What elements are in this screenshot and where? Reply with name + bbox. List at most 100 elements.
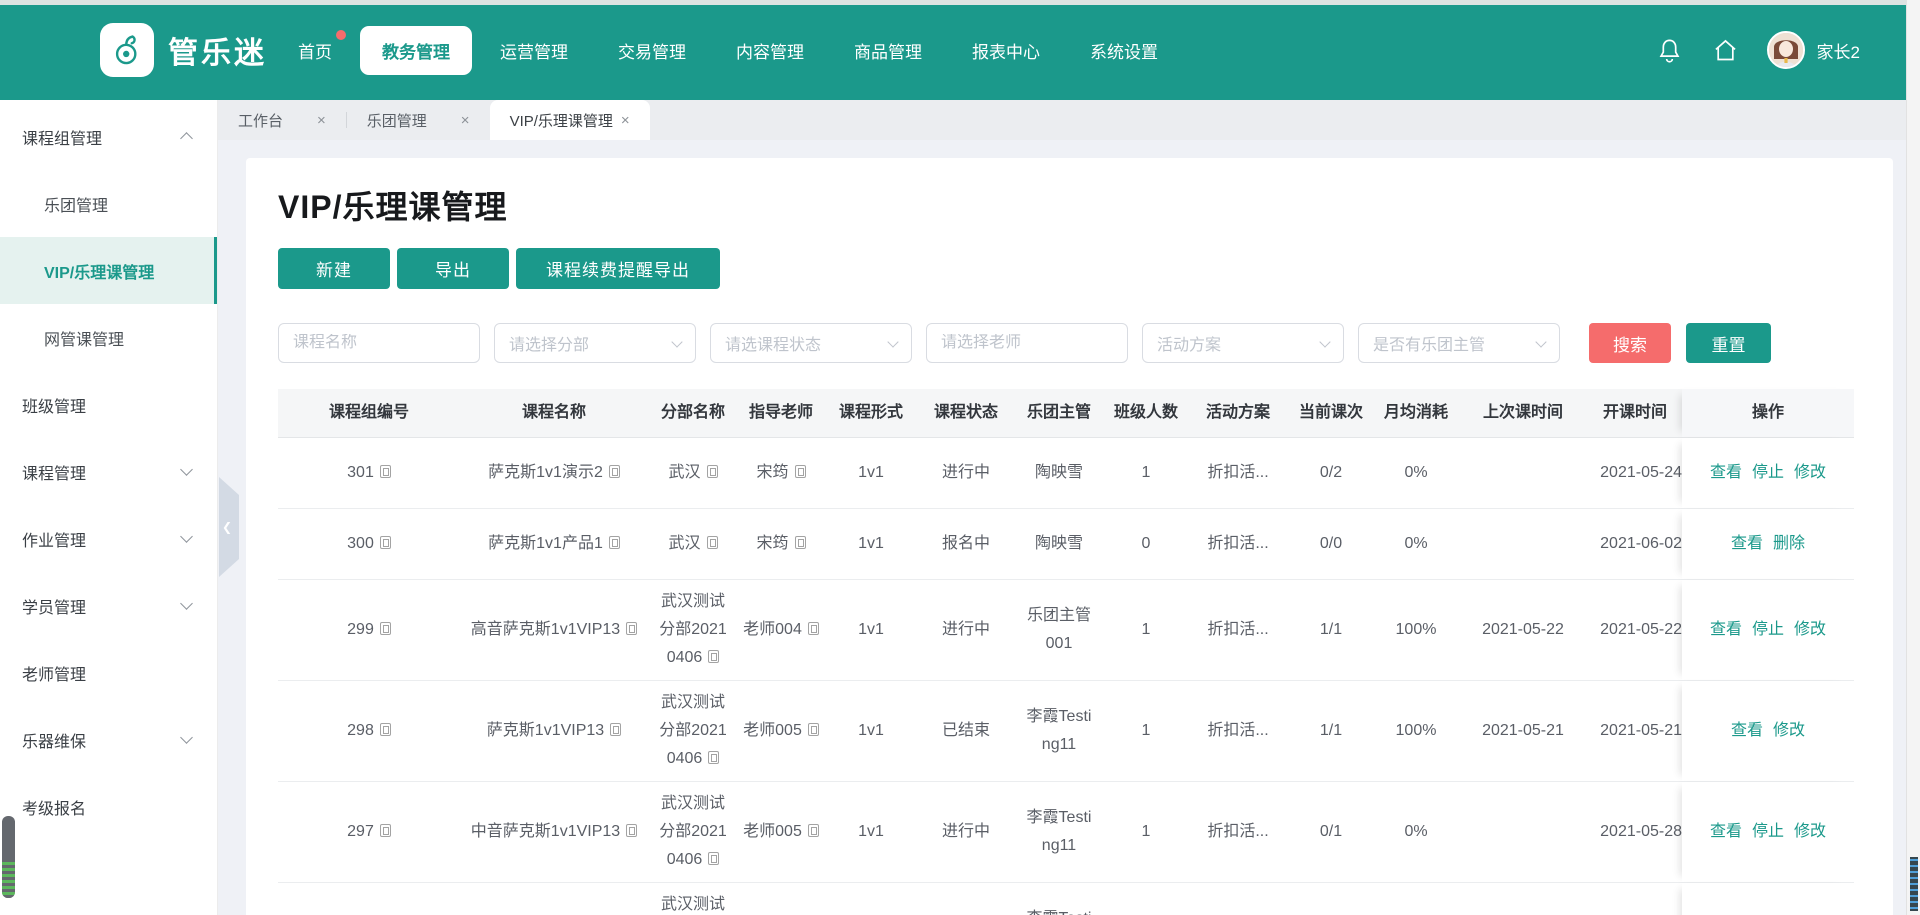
table-header-cell: 指导老师: [738, 389, 824, 437]
nav-item-5[interactable]: 内容管理: [714, 26, 826, 75]
copy-icon[interactable]: [707, 536, 718, 549]
teacher-select-control[interactable]: [941, 334, 1113, 352]
copy-icon[interactable]: [380, 622, 391, 635]
activity-plan-select[interactable]: 活动方案: [1142, 323, 1344, 363]
nav-item-7[interactable]: 报表中心: [950, 26, 1062, 75]
search-button[interactable]: 搜索: [1589, 323, 1671, 363]
tab-close-icon[interactable]: ×: [461, 113, 470, 128]
cell-monthly: 100%: [1374, 580, 1458, 680]
home-icon[interactable]: [1711, 35, 1741, 65]
tab-2[interactable]: 乐团管理×: [347, 100, 490, 140]
action-link[interactable]: 查看: [1731, 530, 1763, 558]
nav-item-4[interactable]: 交易管理: [596, 26, 708, 75]
copy-icon[interactable]: [609, 536, 620, 549]
action-link[interactable]: 查看: [1710, 818, 1742, 846]
sidebar-item-10[interactable]: 乐器维保: [0, 706, 217, 773]
sidebar-item-1[interactable]: 课程组管理: [0, 103, 217, 170]
sidebar-scrollbar-thumb[interactable]: [2, 816, 15, 898]
nav-item-1[interactable]: 首页: [276, 26, 354, 75]
tab-close-icon[interactable]: ×: [621, 113, 630, 128]
sidebar-item-4[interactable]: 网管课管理: [0, 304, 217, 371]
toolbar-action-button-1[interactable]: 新建: [278, 248, 390, 289]
tab-close-icon[interactable]: ×: [317, 113, 326, 128]
copy-icon[interactable]: [626, 622, 637, 635]
copy-icon[interactable]: [808, 723, 819, 736]
window-scrollbar-track[interactable]: [1906, 0, 1920, 915]
cell-branch: 武汉测试 分部2021 0406: [648, 883, 738, 915]
copy-icon[interactable]: [380, 723, 391, 736]
copy-icon[interactable]: [808, 824, 819, 837]
copy-icon[interactable]: [380, 536, 391, 549]
action-link[interactable]: 停止: [1752, 459, 1784, 487]
cell-content: 武汉: [668, 459, 717, 487]
nav-item-8[interactable]: 系统设置: [1068, 26, 1180, 75]
action-link[interactable]: 查看: [1731, 717, 1763, 745]
cell-monthly: 100%: [1374, 681, 1458, 781]
copy-icon[interactable]: [795, 536, 806, 549]
course-name-input[interactable]: [278, 323, 480, 363]
action-link[interactable]: 查看: [1710, 616, 1742, 644]
copy-icon[interactable]: [380, 824, 391, 837]
sidebar-collapse-handle[interactable]: ❮: [219, 477, 239, 577]
toolbar-action-button-3[interactable]: 课程续费提醒导出: [516, 248, 720, 289]
action-link[interactable]: 删除: [1773, 530, 1805, 558]
window-scrollbar-thumb[interactable]: [1908, 853, 1920, 915]
cell-content: 2021-05-21: [1600, 717, 1682, 745]
copy-icon[interactable]: [610, 723, 621, 736]
cell-content: 1/1: [1320, 616, 1342, 644]
user-avatar[interactable]: [1767, 31, 1805, 69]
sidebar-item-6[interactable]: 课程管理: [0, 438, 217, 505]
copy-icon[interactable]: [708, 751, 719, 764]
nav-item-6[interactable]: 商品管理: [832, 26, 944, 75]
copy-icon[interactable]: [380, 465, 391, 478]
copy-icon[interactable]: [626, 824, 637, 837]
tab-1[interactable]: 工作台×: [218, 100, 346, 140]
cell-content: 折扣活...: [1207, 530, 1268, 558]
table-row: 武汉测试 分部2021 0406李霞Testi ng11: [278, 883, 1854, 915]
nav-item-2[interactable]: 教务管理: [360, 26, 472, 75]
reset-button[interactable]: 重置: [1686, 323, 1771, 363]
nav-item-3[interactable]: 运营管理: [478, 26, 590, 75]
nav-item-label: 首页: [298, 43, 332, 62]
copy-icon[interactable]: [808, 622, 819, 635]
cell-start_time: 2021-05-22: [1588, 580, 1682, 680]
nav-item-label: 内容管理: [736, 43, 804, 62]
action-link[interactable]: 停止: [1752, 818, 1784, 846]
sidebar-item-3[interactable]: VIP/乐理课管理: [0, 237, 217, 304]
tab-3[interactable]: VIP/乐理课管理×: [490, 100, 650, 140]
action-link[interactable]: 修改: [1794, 818, 1826, 846]
copy-icon[interactable]: [708, 852, 719, 865]
username[interactable]: 家长2: [1817, 38, 1860, 63]
sidebar-item-11[interactable]: 考级报名: [0, 773, 217, 840]
column-label: 活动方案: [1206, 399, 1270, 427]
action-link[interactable]: 停止: [1752, 616, 1784, 644]
action-link[interactable]: 修改: [1794, 616, 1826, 644]
sidebar-item-7[interactable]: 作业管理: [0, 505, 217, 572]
course-status-select[interactable]: 请选课程状态: [710, 323, 912, 363]
copy-icon[interactable]: [708, 650, 719, 663]
toolbar-action-button-2[interactable]: 导出: [397, 248, 509, 289]
copy-icon[interactable]: [707, 465, 718, 478]
sidebar-item-5[interactable]: 班级管理: [0, 371, 217, 438]
cell-actions: 查看停止修改: [1682, 782, 1854, 882]
cell-content: 李霞Testi ng11: [1027, 703, 1092, 759]
sidebar-item-9[interactable]: 老师管理: [0, 639, 217, 706]
sidebar-item-2[interactable]: 乐团管理: [0, 170, 217, 237]
teacher-select[interactable]: [926, 323, 1128, 363]
cell-value: 1: [1142, 621, 1151, 638]
sidebar-item-8[interactable]: 学员管理: [0, 572, 217, 639]
cell-start_time: 2021-05-24: [1588, 438, 1682, 508]
course-name-input-control[interactable]: [293, 334, 465, 352]
branch-select[interactable]: 请选择分部: [494, 323, 696, 363]
action-link[interactable]: 修改: [1773, 717, 1805, 745]
band-leader-select[interactable]: 是否有乐团主管: [1358, 323, 1560, 363]
cell-content: 0: [1142, 530, 1151, 558]
cell-value: 1: [1142, 722, 1151, 739]
cell-value: 1v1: [858, 823, 884, 840]
copy-icon[interactable]: [609, 465, 620, 478]
action-link[interactable]: 查看: [1710, 459, 1742, 487]
cell-branch: 武汉: [648, 509, 738, 579]
notifications-bell-icon[interactable]: [1655, 35, 1685, 65]
copy-icon[interactable]: [795, 465, 806, 478]
action-link[interactable]: 修改: [1794, 459, 1826, 487]
